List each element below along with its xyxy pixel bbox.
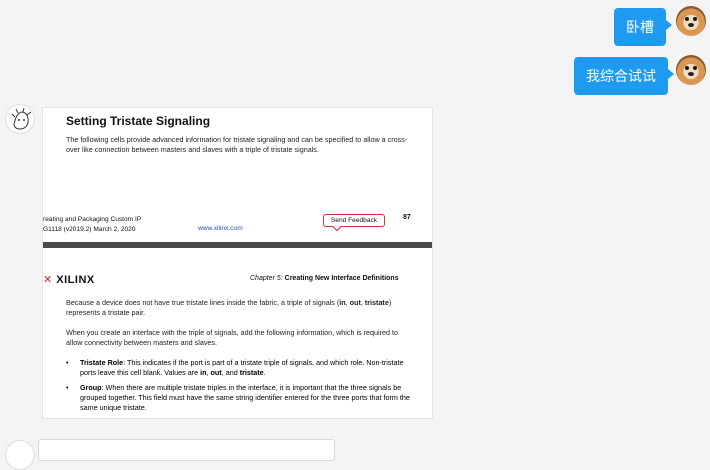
- doc-footer-link: www.xilinx.com: [198, 225, 243, 232]
- doc-bullet: • Tristate Role: This indicates if the p…: [66, 358, 404, 377]
- page-divider: [43, 242, 432, 248]
- doc-footer-left: reating and Packaging Custom IP G1118 (v…: [43, 216, 142, 233]
- doc-heading: Setting Tristate Signaling: [66, 114, 211, 128]
- doc-bullet: • Group: When there are multiple tristat…: [66, 383, 410, 412]
- xilinx-logo: ✕ XILINX: [43, 274, 95, 286]
- send-feedback-badge: Send Feedback: [323, 214, 385, 227]
- doc-paragraph: The following cells provide advanced inf…: [66, 135, 408, 154]
- doc-paragraph: When you create an interface with the tr…: [66, 328, 399, 347]
- chat-image-document[interactable]: Setting Tristate Signaling The following…: [42, 107, 433, 419]
- chat-bubble-outgoing[interactable]: 卧槽: [614, 8, 672, 46]
- sketch-avatar-icon[interactable]: [5, 104, 35, 134]
- doc-chapter-header: Chapter 5: Creating New Interface Defini…: [250, 275, 399, 282]
- doc-paragraph: Because a device does not have true tris…: [66, 298, 392, 317]
- sketch-avatar-icon[interactable]: [5, 440, 35, 470]
- chat-item-partial[interactable]: [38, 439, 335, 461]
- chat-bubble-outgoing[interactable]: 我综合试试: [574, 57, 674, 95]
- dog-avatar-icon[interactable]: [676, 6, 706, 36]
- dog-avatar-icon[interactable]: [676, 55, 706, 85]
- doc-page-number: 87: [403, 214, 411, 221]
